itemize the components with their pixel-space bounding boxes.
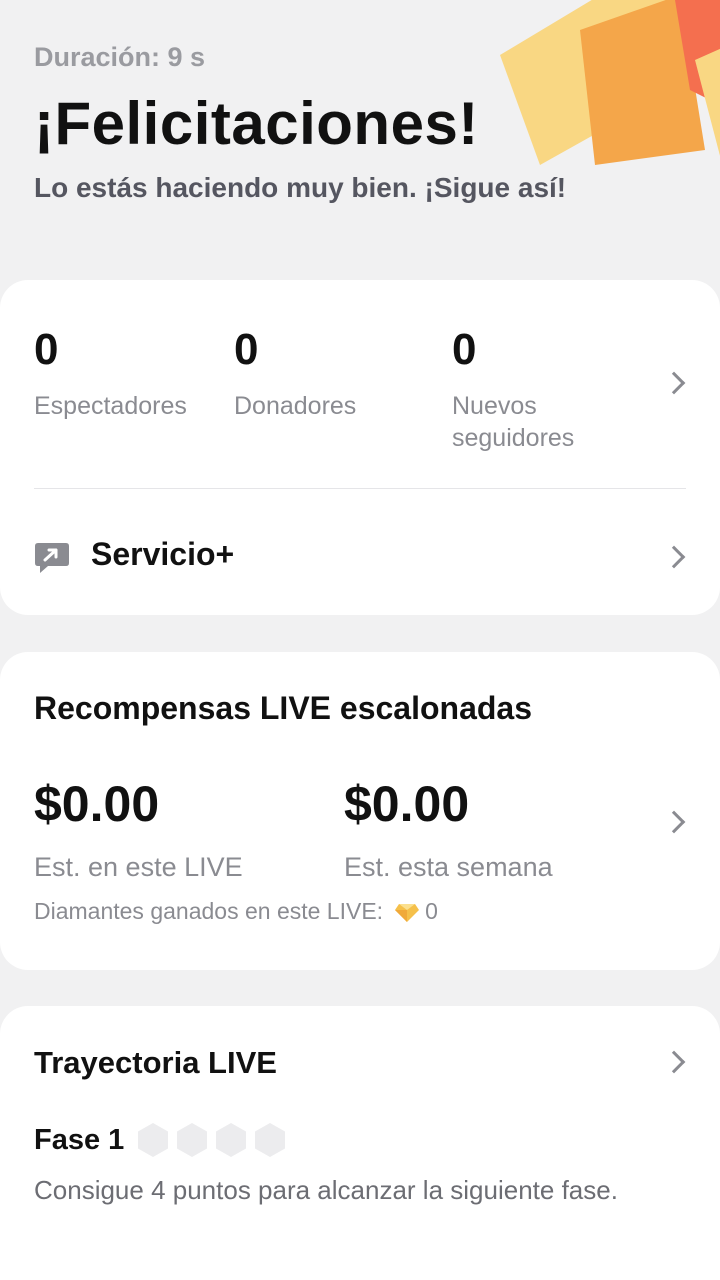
phase-description: Consigue 4 puntos para alcanzar la sigui… xyxy=(34,1175,618,1205)
service-plus-label: Servicio+ xyxy=(91,536,235,572)
stat-viewers-label: Espectadores xyxy=(34,392,187,420)
journey-title: Trayectoria LIVE xyxy=(34,1045,277,1080)
hexagon-point-icon xyxy=(138,1123,169,1157)
stat-new-followers-label-line1: Nuevos xyxy=(452,392,537,420)
stat-new-followers-label-line2: seguidores xyxy=(452,424,575,452)
summary-header: Duración: 9 s ¡Felicitaciones! Lo estás … xyxy=(34,42,694,204)
hexagon-point-icon xyxy=(177,1123,208,1157)
hexagon-point-icon xyxy=(255,1123,286,1157)
page-title: ¡Felicitaciones! xyxy=(34,90,479,157)
stats-divider xyxy=(34,488,686,489)
reward-this-live: $0.00 Est. en este LIVE xyxy=(34,774,243,883)
live-duration: Duración: 9 s xyxy=(34,42,206,72)
diamonds-earned-label: Diamantes ganados en este LIVE: xyxy=(34,898,384,924)
diamonds-earned: Diamantes ganados en este LIVE: 0 xyxy=(34,898,438,925)
stat-donors-value: 0 xyxy=(234,325,259,374)
stat-donors-label: Donadores xyxy=(234,392,357,420)
service-chat-icon xyxy=(34,541,70,575)
stat-viewers-value: 0 xyxy=(34,325,59,374)
diamonds-earned-value: 0 xyxy=(425,898,438,924)
hexagon-point-icon xyxy=(216,1123,247,1157)
phase-row: Fase 1 xyxy=(34,1122,292,1158)
stat-new-followers[interactable]: 0 Nuevos seguidores xyxy=(452,322,574,454)
reward-this-week: $0.00 Est. esta semana xyxy=(344,774,553,883)
stat-viewers[interactable]: 0 Espectadores xyxy=(34,322,187,422)
stat-new-followers-value: 0 xyxy=(452,325,477,374)
rewards-title: Recompensas LIVE escalonadas xyxy=(34,690,532,726)
page-subtitle: Lo estás haciendo muy bien. ¡Sigue así! xyxy=(34,172,567,203)
stat-donors[interactable]: 0 Donadores xyxy=(234,322,356,422)
reward-this-week-label: Est. esta semana xyxy=(344,852,553,882)
reward-this-live-label: Est. en este LIVE xyxy=(34,852,243,882)
stat-new-followers-label: Nuevos seguidores xyxy=(452,390,574,454)
phase-label: Fase 1 xyxy=(34,1123,125,1156)
phase-points xyxy=(136,1122,292,1158)
reward-this-live-value: $0.00 xyxy=(34,776,160,832)
diamond-icon xyxy=(395,902,420,922)
reward-this-week-value: $0.00 xyxy=(344,776,470,832)
